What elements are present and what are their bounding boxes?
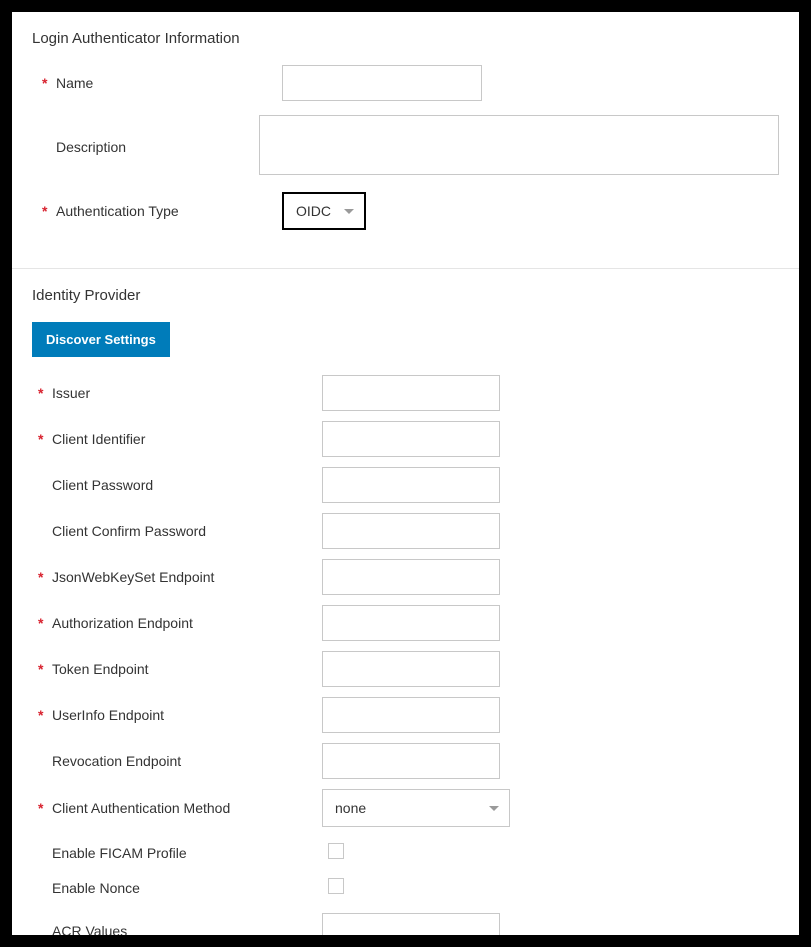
nonce-label: Enable Nonce	[52, 880, 140, 896]
name-label: Name	[56, 75, 93, 91]
required-asterisk: *	[38, 800, 52, 816]
client-id-label: Client Identifier	[52, 431, 145, 447]
authz-label: Authorization Endpoint	[52, 615, 193, 631]
acr-input[interactable]	[322, 913, 500, 935]
discover-settings-button[interactable]: Discover Settings	[32, 322, 170, 357]
description-label: Description	[56, 139, 126, 155]
issuer-label: Issuer	[52, 385, 90, 401]
client-pw2-label: Client Confirm Password	[52, 523, 206, 539]
required-asterisk: *	[38, 569, 52, 585]
required-asterisk: *	[38, 707, 52, 723]
auth-type-select[interactable]: OIDC	[282, 192, 366, 230]
identity-provider-section: Identity Provider Discover Settings * Is…	[12, 268, 799, 935]
login-authenticator-title: Login Authenticator Information	[32, 30, 779, 47]
token-label: Token Endpoint	[52, 661, 149, 677]
acr-label: ACR Values	[52, 923, 127, 935]
client-pw-label: Client Password	[52, 477, 153, 493]
required-asterisk: *	[38, 431, 52, 447]
jwks-input[interactable]	[322, 559, 500, 595]
chevron-down-icon	[489, 806, 499, 811]
required-asterisk: *	[42, 203, 56, 219]
userinfo-label: UserInfo Endpoint	[52, 707, 164, 723]
client-id-input[interactable]	[322, 421, 500, 457]
issuer-input[interactable]	[322, 375, 500, 411]
revocation-label: Revocation Endpoint	[52, 753, 181, 769]
login-authenticator-section: Login Authenticator Information * Name *…	[12, 12, 799, 268]
required-asterisk: *	[38, 615, 52, 631]
client-password-input[interactable]	[322, 467, 500, 503]
revocation-input[interactable]	[322, 743, 500, 779]
name-input[interactable]	[282, 65, 482, 101]
description-textarea[interactable]	[259, 115, 779, 175]
jwks-label: JsonWebKeySet Endpoint	[52, 569, 214, 585]
auth-type-label: Authentication Type	[56, 203, 179, 219]
client-confirm-password-input[interactable]	[322, 513, 500, 549]
authz-input[interactable]	[322, 605, 500, 641]
auth-method-value: none	[323, 790, 400, 826]
required-asterisk: *	[38, 661, 52, 677]
userinfo-input[interactable]	[322, 697, 500, 733]
auth-method-select[interactable]: none	[322, 789, 510, 827]
chevron-down-icon	[344, 209, 354, 214]
ficam-label: Enable FICAM Profile	[52, 845, 187, 861]
nonce-checkbox[interactable]	[328, 878, 344, 894]
required-asterisk: *	[42, 75, 56, 91]
required-asterisk: *	[38, 385, 52, 401]
identity-provider-title: Identity Provider	[32, 287, 779, 304]
token-input[interactable]	[322, 651, 500, 687]
auth-method-label: Client Authentication Method	[52, 800, 230, 816]
ficam-checkbox[interactable]	[328, 843, 344, 859]
